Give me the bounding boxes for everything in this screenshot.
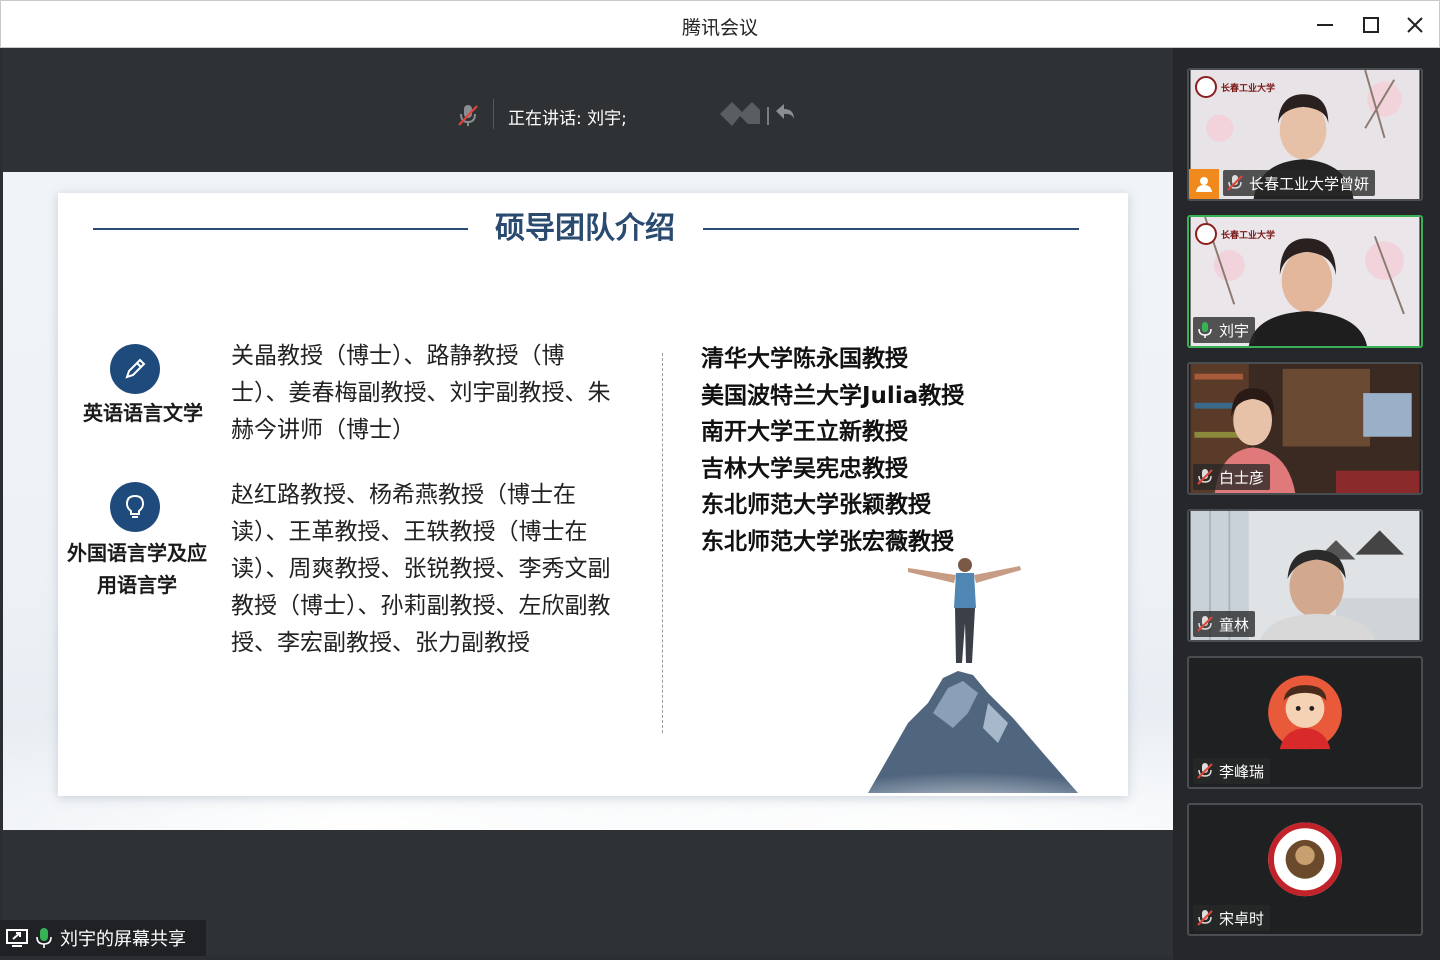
muted-mic-icon [1197,910,1213,926]
screen-share-tag[interactable]: 刘宇的屏幕共享 [0,920,206,956]
university-logo: 长春工业大学 [1195,76,1275,98]
annotation-undo-icon[interactable] [718,99,798,133]
slide-heading: 硕导团队介绍 [495,211,675,246]
speaking-text: 正在讲话: 刘宇; [508,109,627,129]
minimize-icon [1317,24,1333,26]
pencil-icon [110,344,160,394]
list-item: 南开大学王立新教授 [701,419,908,446]
section-text-linguistics: 赵红路教授、杨希燕教授（博士在读）、王革教授、王轶教授（博士在读）、周爽教授、张… [231,482,611,656]
close-button[interactable] [1401,11,1429,39]
maximize-button[interactable] [1357,11,1385,39]
participant-sidebar: 长春工业大学 长春工业大学曾妍 长春工业大学 刘宇 白士彦 童林 李峰瑞 宋卓时 [1173,48,1440,960]
muted-mic-icon[interactable] [454,101,482,133]
section-text-english-literature: 关晶教授（博士）、路静教授（博士）、姜春梅副教授、刘宇副教授、朱赫今讲师（博士） [231,343,611,443]
university-logo: 长春工业大学 [1195,223,1275,245]
close-icon [1407,17,1423,33]
minimize-button[interactable] [1311,11,1339,39]
screen-share-label: 刘宇的屏幕共享 [60,929,186,950]
maximize-icon [1363,17,1379,33]
column-divider [662,353,663,733]
list-item: 东北师范大学张颖教授 [701,492,931,519]
slide-card: 硕导团队介绍 英语语言文学 关晶教授（博士）、路静教授（博士）、姜春梅副教授、刘… [58,193,1128,796]
muted-mic-icon [1197,616,1213,632]
participant-tile[interactable]: 李峰瑞 [1187,656,1423,789]
participant-tile[interactable]: 宋卓时 [1187,803,1423,936]
title-bar: 腾讯会议 [0,0,1440,48]
heading-rule-left [93,228,468,230]
participant-tile-active[interactable]: 长春工业大学 刘宇 [1187,215,1423,348]
divider [493,99,494,129]
list-item: 清华大学陈永国教授 [701,346,908,372]
participant-name-tag: 白士彦 [1193,464,1271,490]
window-title: 腾讯会议 [681,17,758,39]
muted-mic-icon [1197,763,1213,779]
shared-screen-area: 正在讲话: 刘宇; 硕导团队介绍 英语语言文学 关晶教授（博士）、路静教授（博士… [3,48,1173,956]
screen-share-icon [6,929,28,947]
list-item: 美国波特兰大学Julia教授 [701,382,965,409]
muted-mic-icon [1227,175,1243,191]
participant-tile[interactable]: 白士彦 [1187,362,1423,495]
muted-mic-icon [1197,469,1213,485]
mountain-summit-illustration [838,558,1098,796]
speaking-mic-icon [1198,322,1212,338]
section-label-linguistics: 外国语言学及应用语言学 [67,541,207,597]
list-item: 吉林大学吴宪忠教授 [701,455,908,482]
active-mic-icon [36,928,52,948]
participant-tile[interactable]: 童林 [1187,509,1423,642]
participant-name-tag: 长春工业大学曾妍 [1223,170,1376,196]
host-icon [1189,169,1219,199]
heading-rule-right [703,228,1079,230]
section-label-english-literature: 英语语言文学 [83,401,203,425]
presentation-slide: 硕导团队介绍 英语语言文学 关晶教授（博士）、路静教授（博士）、姜春梅副教授、刘… [3,172,1173,830]
participant-name-tag: 刘宇 [1193,317,1256,343]
speaking-indicator: 正在讲话: 刘宇; [448,93,803,135]
external-professor-list: 清华大学陈永国教授 美国波特兰大学Julia教授 南开大学王立新教授 吉林大学吴… [701,341,964,561]
participant-tile[interactable]: 长春工业大学 长春工业大学曾妍 [1187,68,1423,201]
participant-name-tag: 宋卓时 [1193,905,1271,931]
lightbulb-icon [110,482,160,532]
participant-name-tag: 李峰瑞 [1193,758,1271,784]
participant-name-tag: 童林 [1193,611,1256,637]
